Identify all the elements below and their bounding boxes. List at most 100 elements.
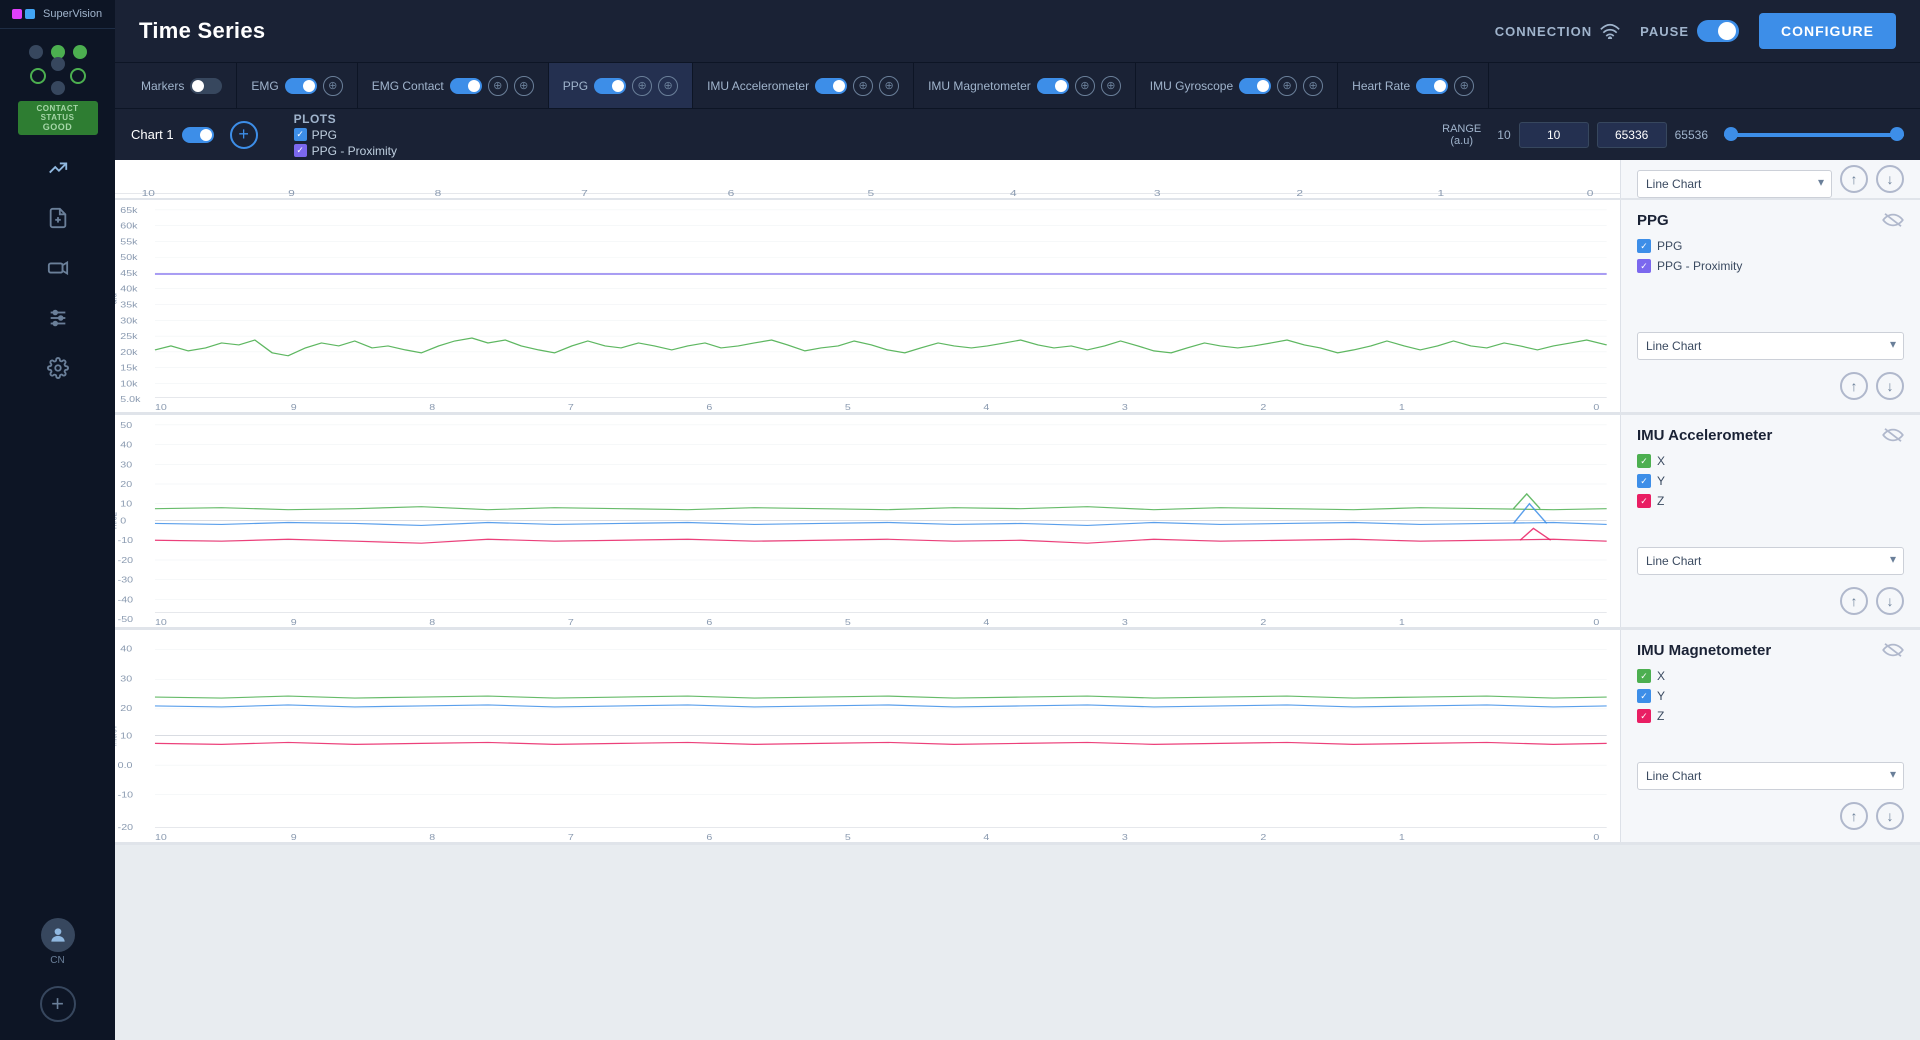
svg-text:9: 9 <box>291 618 297 626</box>
chart0-down-button[interactable]: ↓ <box>1876 165 1904 193</box>
range-label: RANGE(a.u) <box>1442 123 1481 147</box>
ppg-prox-legend-checkbox[interactable]: ✓ <box>1637 259 1651 273</box>
sidebar-item-sliders[interactable] <box>0 293 115 343</box>
sidebar-item-newfile[interactable] <box>0 193 115 243</box>
svg-text:-10: -10 <box>118 791 133 799</box>
chart-type-select-0[interactable]: Line Chart Bar Chart <box>1637 170 1832 198</box>
range-slider[interactable] <box>1724 133 1904 137</box>
range-max-input[interactable] <box>1597 122 1667 148</box>
imu-acc-icon1[interactable]: ⊕ <box>853 76 873 96</box>
emg-contact-toggle[interactable] <box>450 78 482 94</box>
sensor-imu-mag-label: IMU Magnetometer <box>928 79 1031 93</box>
chart-type-select-0-wrap: Line Chart Bar Chart <box>1637 170 1832 198</box>
imu-mag-x-checkbox[interactable]: ✓ <box>1637 669 1651 683</box>
imu-acc-hide-icon[interactable] <box>1882 427 1904 448</box>
imu-acc-x-checkbox[interactable]: ✓ <box>1637 454 1651 468</box>
svg-text:8: 8 <box>429 618 435 626</box>
imu-mag-panel-title: IMU Magnetometer <box>1637 642 1771 659</box>
ppg-prox-checkbox[interactable]: ✓ <box>294 144 307 157</box>
svg-text:20: 20 <box>120 480 132 488</box>
svg-text:10k: 10k <box>120 380 138 388</box>
svg-text:30: 30 <box>120 675 132 683</box>
configure-button[interactable]: CONFIGURE <box>1759 13 1896 49</box>
ppg-icon1[interactable]: ⊕ <box>632 76 652 96</box>
connection-button[interactable]: CONNECTION <box>1495 23 1620 39</box>
sensor-imu-acc[interactable]: IMU Accelerometer ⊕ ⊕ <box>693 63 914 108</box>
imu-gyro-toggle[interactable] <box>1239 78 1271 94</box>
imu-acc-legend-x: ✓ X <box>1637 454 1904 468</box>
emg-contact-icon2[interactable]: ⊕ <box>514 76 534 96</box>
imu-acc-z-checkbox[interactable]: ✓ <box>1637 494 1651 508</box>
sensor-emg-contact[interactable]: EMG Contact ⊕ ⊕ <box>358 63 549 108</box>
heart-toggle[interactable] <box>1416 78 1448 94</box>
svg-text:2: 2 <box>1260 403 1266 411</box>
imu-acc-up-button[interactable]: ↑ <box>1840 587 1868 615</box>
sidebar-item-settings[interactable] <box>0 343 115 393</box>
pause-button[interactable]: PAUSE <box>1640 20 1739 42</box>
ppg-prox-plot-label: PPG - Proximity <box>312 144 397 158</box>
chart0-up-button[interactable]: ↑ <box>1840 165 1868 193</box>
heart-icon1[interactable]: ⊕ <box>1454 76 1474 96</box>
imu-acc-toggle[interactable] <box>815 78 847 94</box>
imu-mag-icon2[interactable]: ⊕ <box>1101 76 1121 96</box>
imu-gyro-icon2[interactable]: ⊕ <box>1303 76 1323 96</box>
ppg-hide-icon[interactable] <box>1882 212 1904 233</box>
imu-mag-hide-icon[interactable] <box>1882 642 1904 663</box>
imu-mag-toggle[interactable] <box>1037 78 1069 94</box>
svg-text:65k: 65k <box>120 206 138 214</box>
svg-text:60k: 60k <box>120 222 138 230</box>
sensor-ppg-label: PPG <box>563 79 588 93</box>
pause-toggle[interactable] <box>1697 20 1739 42</box>
emg-toggle[interactable] <box>285 78 317 94</box>
svg-text:45k: 45k <box>120 269 138 277</box>
imu-acc-icon2[interactable]: ⊕ <box>879 76 899 96</box>
ppg-legend-ppg: ✓ PPG <box>1637 239 1904 253</box>
emg-settings-icon[interactable]: ⊕ <box>323 76 343 96</box>
sidebar-item-chart[interactable] <box>0 143 115 193</box>
imu-mag-icon1[interactable]: ⊕ <box>1075 76 1095 96</box>
svg-text:a.u: a.u <box>115 293 119 304</box>
ppg-down-button[interactable]: ↓ <box>1876 372 1904 400</box>
imu-mag-y-checkbox[interactable]: ✓ <box>1637 689 1651 703</box>
svg-text:6: 6 <box>728 190 735 198</box>
sidebar-item-video[interactable] <box>0 243 115 293</box>
range-thumb-max[interactable] <box>1890 127 1904 141</box>
add-session-button[interactable]: + <box>40 986 76 1022</box>
imu-mag-up-button[interactable]: ↑ <box>1840 802 1868 830</box>
ppg-toggle[interactable] <box>594 78 626 94</box>
imu-acc-legend-z: ✓ Z <box>1637 494 1904 508</box>
status-value: GOOD <box>26 122 90 132</box>
imu-mag-chart-type-select[interactable]: Line Chart Bar Chart <box>1637 762 1904 790</box>
imu-gyro-icon1[interactable]: ⊕ <box>1277 76 1297 96</box>
ppg-up-button[interactable]: ↑ <box>1840 372 1868 400</box>
svg-text:50k: 50k <box>120 253 138 261</box>
imu-acc-chart-type-select[interactable]: Line Chart Bar Chart <box>1637 547 1904 575</box>
sensor-markers[interactable]: Markers <box>127 63 237 108</box>
imu-acc-x-label: X <box>1657 454 1665 468</box>
chart1-toggle[interactable] <box>182 127 214 143</box>
imu-acc-down-button[interactable]: ↓ <box>1876 587 1904 615</box>
emg-contact-icon1[interactable]: ⊕ <box>488 76 508 96</box>
chart-panel-imu-acc: IMU Accelerometer ✓ X ✓ <box>1620 415 1920 627</box>
markers-toggle[interactable] <box>190 78 222 94</box>
range-min-input[interactable] <box>1519 122 1589 148</box>
svg-text:9: 9 <box>291 833 297 841</box>
imu-acc-chart-type-wrap: Line Chart Bar Chart <box>1637 547 1904 575</box>
imu-acc-y-checkbox[interactable]: ✓ <box>1637 474 1651 488</box>
ppg-legend-checkbox[interactable]: ✓ <box>1637 239 1651 253</box>
sensor-emg[interactable]: EMG ⊕ <box>237 63 357 108</box>
add-chart-button[interactable]: + <box>230 121 258 149</box>
sensor-ppg[interactable]: PPG ⊕ ⊕ <box>549 63 693 108</box>
range-thumb-min[interactable] <box>1724 127 1738 141</box>
sensor-imu-mag[interactable]: IMU Magnetometer ⊕ ⊕ <box>914 63 1136 108</box>
imu-mag-down-button[interactable]: ↓ <box>1876 802 1904 830</box>
sensor-imu-gyro[interactable]: IMU Gyroscope ⊕ ⊕ <box>1136 63 1338 108</box>
ppg-icon2[interactable]: ⊕ <box>658 76 678 96</box>
ppg-checkbox[interactable]: ✓ <box>294 128 307 141</box>
sidebar-user[interactable]: CN <box>0 906 115 978</box>
imu-mag-z-checkbox[interactable]: ✓ <box>1637 709 1651 723</box>
svg-text:-30: -30 <box>118 576 133 584</box>
sensor-heart[interactable]: Heart Rate ⊕ <box>1338 63 1489 108</box>
sensor-imu-gyro-label: IMU Gyroscope <box>1150 79 1233 93</box>
ppg-chart-type-select[interactable]: Line Chart Bar Chart <box>1637 332 1904 360</box>
